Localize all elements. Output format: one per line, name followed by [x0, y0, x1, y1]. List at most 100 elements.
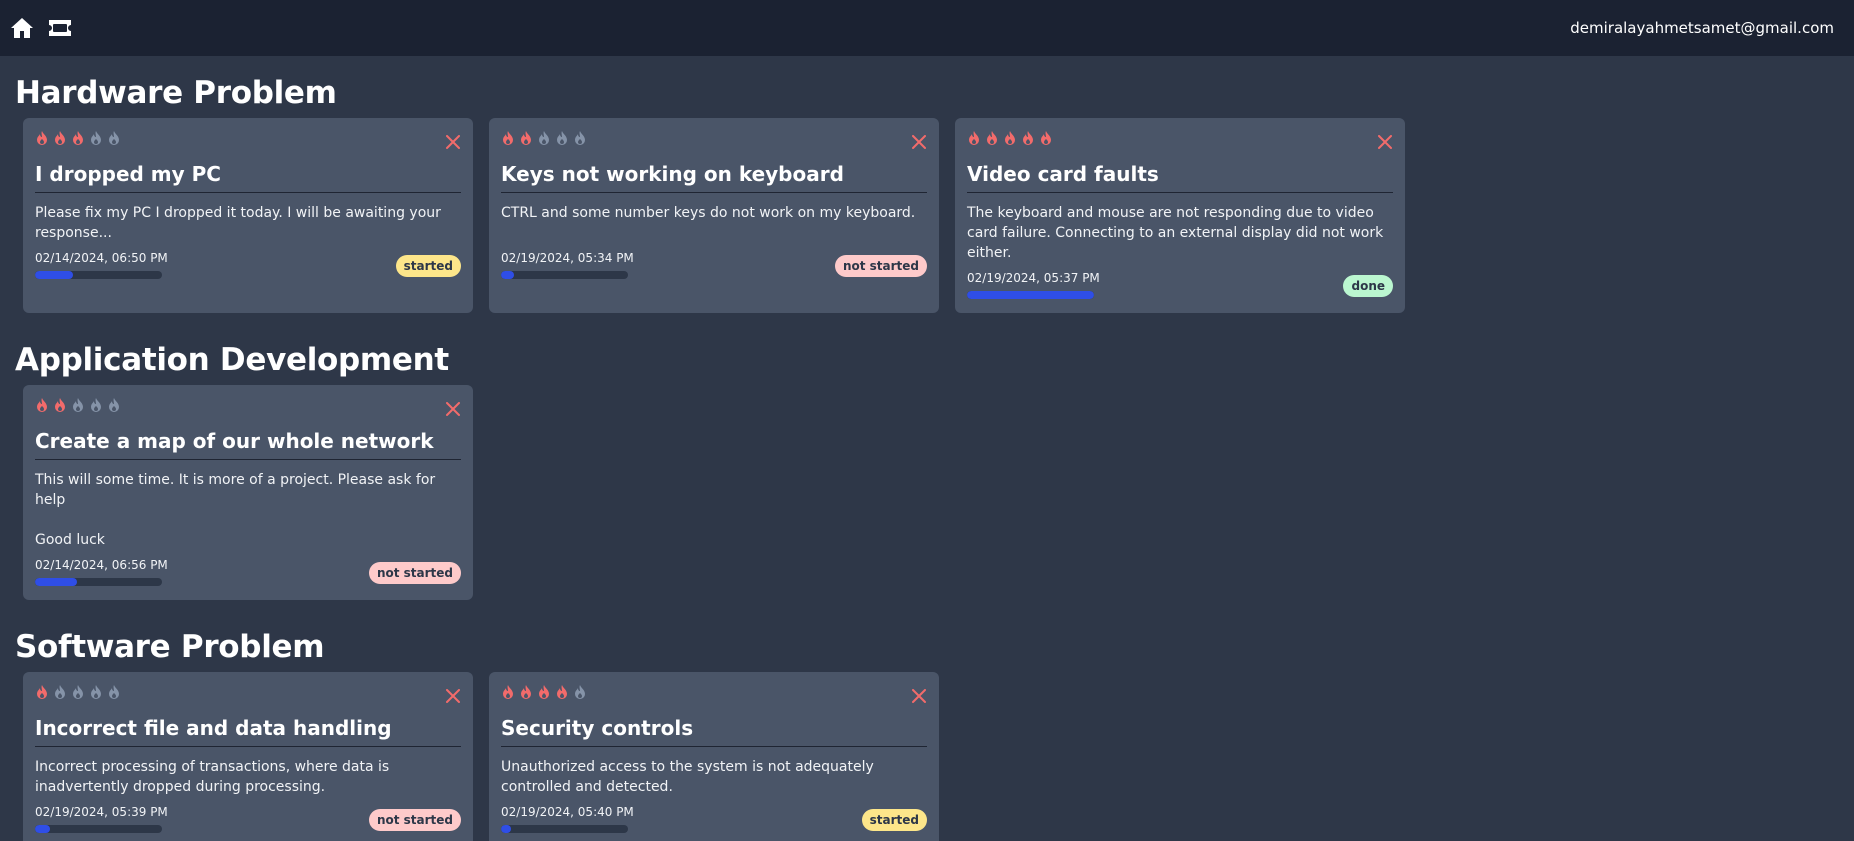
flame-active-icon[interactable] — [501, 684, 515, 700]
flame-inactive-icon[interactable] — [537, 130, 551, 146]
priority-rating[interactable] — [35, 397, 461, 413]
ticket-description: Please fix my PC I dropped it today. I w… — [35, 205, 441, 241]
priority-rating[interactable] — [501, 130, 927, 146]
flame-active-icon[interactable] — [537, 684, 551, 700]
status-badge[interactable]: not started — [368, 809, 461, 831]
ticket-footer: 02/19/2024, 05:39 PM not started — [35, 805, 461, 833]
section-title: Application Development — [15, 342, 449, 378]
close-icon[interactable] — [443, 686, 463, 706]
flame-inactive-icon[interactable] — [107, 684, 121, 700]
ticket-meta: 02/19/2024, 05:34 PM — [501, 251, 634, 279]
ticket-meta: 02/19/2024, 05:37 PM — [967, 271, 1100, 299]
ticket-list: Create a map of our whole network This wi… — [15, 385, 1839, 600]
ticket-date: 02/19/2024, 05:34 PM — [501, 251, 634, 265]
flame-active-icon[interactable] — [53, 397, 67, 413]
flame-active-icon[interactable] — [71, 130, 85, 146]
ticket-description: The keyboard and mouse are not respondin… — [967, 205, 1384, 261]
priority-rating[interactable] — [35, 684, 461, 700]
flame-inactive-icon[interactable] — [71, 684, 85, 700]
flame-active-icon[interactable] — [555, 684, 569, 700]
ticket-footer: 02/14/2024, 06:56 PM not started — [35, 558, 461, 586]
close-icon[interactable] — [443, 132, 463, 152]
ticket-title: Create a map of our whole network — [35, 429, 461, 460]
tickets-content: Hardware Problem I dropped my PC Please fi… — [0, 56, 1854, 841]
ticket-title: Incorrect file and data handling — [35, 716, 461, 747]
ticket-card[interactable]: Create a map of our whole network This wi… — [23, 385, 473, 600]
flame-inactive-icon[interactable] — [71, 397, 85, 413]
progress-bar — [35, 825, 162, 833]
home-icon[interactable] — [10, 17, 34, 39]
status-badge[interactable]: not started — [834, 255, 927, 277]
ticket-list: I dropped my PC Please fix my PC I droppe… — [15, 118, 1839, 313]
ticket-card[interactable]: I dropped my PC Please fix my PC I droppe… — [23, 118, 473, 313]
progress-fill — [967, 291, 1094, 299]
flame-active-icon[interactable] — [967, 130, 981, 146]
ticket-list: Incorrect file and data handling Incorrec… — [15, 672, 1839, 841]
flame-active-icon[interactable] — [501, 130, 515, 146]
flame-active-icon[interactable] — [53, 130, 67, 146]
flame-active-icon[interactable] — [519, 130, 533, 146]
ticket-card[interactable]: Video card faults The keyboard and mouse … — [955, 118, 1405, 313]
flame-active-icon[interactable] — [35, 397, 49, 413]
close-icon[interactable] — [909, 132, 929, 152]
ticket-date: 02/14/2024, 06:56 PM — [35, 558, 168, 572]
flame-inactive-icon[interactable] — [89, 397, 103, 413]
ticket-footer: 02/14/2024, 06:50 PM started — [35, 251, 461, 279]
priority-rating[interactable] — [35, 130, 461, 146]
section-title: Hardware Problem — [15, 75, 337, 111]
ticket-date: 02/19/2024, 05:37 PM — [967, 271, 1100, 285]
flame-inactive-icon[interactable] — [89, 684, 103, 700]
flame-active-icon[interactable] — [519, 684, 533, 700]
flame-inactive-icon[interactable] — [107, 130, 121, 146]
ticket-description: Incorrect processing of transactions, wh… — [35, 759, 390, 795]
flame-active-icon[interactable] — [1021, 130, 1035, 146]
progress-fill — [35, 825, 51, 833]
user-email[interactable]: demiralayahmetsamet@gmail.com — [1570, 19, 1834, 37]
progress-fill — [501, 825, 512, 833]
ticket-footer: 02/19/2024, 05:34 PM not started — [501, 251, 927, 279]
status-badge[interactable]: started — [395, 255, 461, 277]
flame-inactive-icon[interactable] — [555, 130, 569, 146]
flame-inactive-icon[interactable] — [89, 130, 103, 146]
ticket-card[interactable]: Keys not working on keyboard CTRL and som… — [489, 118, 939, 313]
flame-active-icon[interactable] — [35, 130, 49, 146]
priority-rating[interactable] — [501, 684, 927, 700]
priority-rating[interactable] — [967, 130, 1393, 146]
progress-bar — [967, 291, 1094, 299]
close-icon[interactable] — [1375, 132, 1395, 152]
ticket-title: Video card faults — [967, 162, 1393, 193]
status-badge[interactable]: started — [861, 809, 927, 831]
ticket-date: 02/14/2024, 06:50 PM — [35, 251, 168, 265]
progress-bar — [35, 578, 162, 586]
progress-fill — [35, 578, 77, 586]
flame-inactive-icon[interactable] — [107, 397, 121, 413]
ticket-meta: 02/14/2024, 06:50 PM — [35, 251, 168, 279]
ticket-card[interactable]: Security controls Unauthorized access to … — [489, 672, 939, 841]
ticket-footer: 02/19/2024, 05:37 PM done — [967, 271, 1393, 299]
ticket-date: 02/19/2024, 05:40 PM — [501, 805, 634, 819]
ticket-icon[interactable] — [48, 19, 72, 37]
top-navbar: demiralayahmetsamet@gmail.com — [0, 0, 1854, 56]
flame-inactive-icon[interactable] — [53, 684, 67, 700]
nav-icons — [10, 17, 72, 39]
status-badge[interactable]: not started — [368, 562, 461, 584]
flame-active-icon[interactable] — [35, 684, 49, 700]
ticket-title: Security controls — [501, 716, 927, 747]
progress-bar — [501, 271, 628, 279]
ticket-card[interactable]: Incorrect file and data handling Incorrec… — [23, 672, 473, 841]
flame-inactive-icon[interactable] — [573, 130, 587, 146]
flame-active-icon[interactable] — [1039, 130, 1053, 146]
close-icon[interactable] — [443, 399, 463, 419]
flame-inactive-icon[interactable] — [573, 684, 587, 700]
progress-fill — [35, 271, 74, 279]
status-badge[interactable]: done — [1343, 275, 1393, 297]
flame-active-icon[interactable] — [1003, 130, 1017, 146]
ticket-date: 02/19/2024, 05:39 PM — [35, 805, 168, 819]
flame-active-icon[interactable] — [985, 130, 999, 146]
ticket-meta: 02/19/2024, 05:40 PM — [501, 805, 634, 833]
ticket-title: Keys not working on keyboard — [501, 162, 927, 193]
ticket-title: I dropped my PC — [35, 162, 461, 193]
ticket-description: Unauthorized access to the system is not… — [501, 759, 874, 795]
section-title: Software Problem — [15, 629, 325, 665]
close-icon[interactable] — [909, 686, 929, 706]
